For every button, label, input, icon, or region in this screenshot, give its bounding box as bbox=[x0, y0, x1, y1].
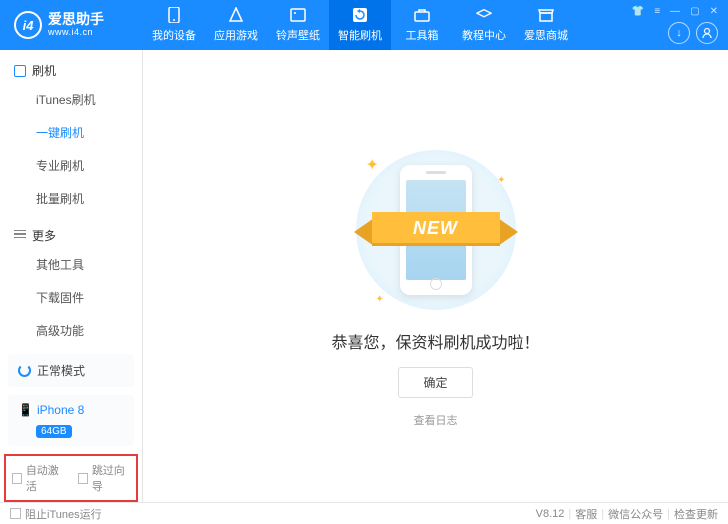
device-phone-icon: 📱 bbox=[18, 403, 33, 417]
image-icon bbox=[290, 7, 306, 23]
maximize-icon[interactable]: ▢ bbox=[690, 6, 699, 17]
logo-icon: i4 bbox=[14, 11, 42, 39]
sidebar-item-download-firmware[interactable]: 下载固件 bbox=[0, 281, 142, 314]
block-itunes-checkbox[interactable]: 阻止iTunes运行 bbox=[10, 506, 102, 522]
spinner-icon bbox=[18, 364, 31, 377]
ok-button[interactable]: 确定 bbox=[398, 367, 472, 398]
new-ribbon: NEW bbox=[346, 206, 526, 254]
flash-group-icon bbox=[14, 65, 26, 77]
close-icon[interactable]: ✕ bbox=[710, 6, 718, 17]
sidebar-item-batch-flash[interactable]: 批量刷机 bbox=[0, 182, 142, 215]
success-message: 恭喜您，保资料刷机成功啦！ bbox=[331, 329, 539, 353]
bottom-checkbox-row: 自动激活 跳过向导 bbox=[4, 454, 138, 502]
sidebar-item-onekey-flash[interactable]: 一键刷机 bbox=[0, 116, 142, 149]
store-icon bbox=[538, 7, 554, 23]
sidebar-group-more: 更多 bbox=[0, 215, 142, 248]
sidebar-item-pro-flash[interactable]: 专业刷机 bbox=[0, 149, 142, 182]
skip-guide-checkbox[interactable]: 跳过向导 bbox=[78, 462, 130, 494]
device-name: iPhone 8 bbox=[37, 403, 84, 417]
toolbox-icon bbox=[414, 7, 430, 23]
nav-my-device[interactable]: 我的设备 bbox=[143, 0, 205, 50]
nav-store[interactable]: 爱思商城 bbox=[515, 0, 577, 50]
success-illustration: ✦ ✦ ✦ NEW bbox=[326, 145, 546, 315]
sidebar-item-advanced[interactable]: 高级功能 bbox=[0, 314, 142, 347]
more-group-icon bbox=[14, 230, 26, 242]
menu-icon[interactable]: ≡ bbox=[654, 6, 660, 17]
nav-tutorials[interactable]: 教程中心 bbox=[453, 0, 515, 50]
version-label: V8.12 bbox=[536, 508, 565, 520]
auto-activate-checkbox[interactable]: 自动激活 bbox=[12, 462, 64, 494]
view-log-link[interactable]: 查看日志 bbox=[414, 412, 458, 428]
sidebar: 刷机 iTunes刷机 一键刷机 专业刷机 批量刷机 更多 其他工具 下载固件 … bbox=[0, 50, 143, 502]
check-update-link[interactable]: 检查更新 bbox=[674, 506, 718, 522]
logo-subtitle: www.i4.cn bbox=[48, 28, 104, 38]
header: i4 爱思助手 www.i4.cn 我的设备 应用游戏 铃声壁纸 智能刷机 工具… bbox=[0, 0, 728, 50]
download-icon[interactable]: ↓ bbox=[668, 22, 690, 44]
sidebar-group-flash: 刷机 bbox=[0, 50, 142, 83]
graduation-icon bbox=[476, 7, 492, 23]
nav-flash[interactable]: 智能刷机 bbox=[329, 0, 391, 50]
logo-title: 爱思助手 bbox=[48, 12, 104, 27]
storage-badge: 64GB bbox=[36, 425, 72, 438]
mode-label: 正常模式 bbox=[37, 362, 85, 379]
main-content: ✦ ✦ ✦ NEW 恭喜您，保资料刷机成功啦！ 确定 查看日志 bbox=[143, 50, 728, 502]
statusbar: 阻止iTunes运行 V8.12 | 客服 | 微信公众号 | 检查更新 bbox=[0, 502, 728, 524]
sidebar-item-itunes-flash[interactable]: iTunes刷机 bbox=[0, 83, 142, 116]
minimize-icon[interactable]: — bbox=[670, 6, 680, 17]
support-link[interactable]: 客服 bbox=[575, 506, 597, 522]
sidebar-item-other-tools[interactable]: 其他工具 bbox=[0, 248, 142, 281]
wechat-link[interactable]: 微信公众号 bbox=[608, 506, 663, 522]
mode-box[interactable]: 正常模式 bbox=[8, 354, 134, 387]
nav: 我的设备 应用游戏 铃声壁纸 智能刷机 工具箱 教程中心 爱思商城 bbox=[143, 0, 577, 50]
user-icon[interactable] bbox=[696, 22, 718, 44]
device-box[interactable]: 📱 iPhone 8 64GB bbox=[8, 395, 134, 446]
apps-icon bbox=[228, 7, 244, 23]
skin-icon[interactable]: 👕 bbox=[632, 6, 644, 17]
nav-ringtones[interactable]: 铃声壁纸 bbox=[267, 0, 329, 50]
logo: i4 爱思助手 www.i4.cn bbox=[0, 11, 143, 39]
nav-toolbox[interactable]: 工具箱 bbox=[391, 0, 453, 50]
nav-apps[interactable]: 应用游戏 bbox=[205, 0, 267, 50]
window-controls: 👕 ≡ — ▢ ✕ bbox=[632, 0, 728, 17]
phone-icon bbox=[166, 7, 182, 23]
refresh-icon bbox=[352, 7, 368, 23]
